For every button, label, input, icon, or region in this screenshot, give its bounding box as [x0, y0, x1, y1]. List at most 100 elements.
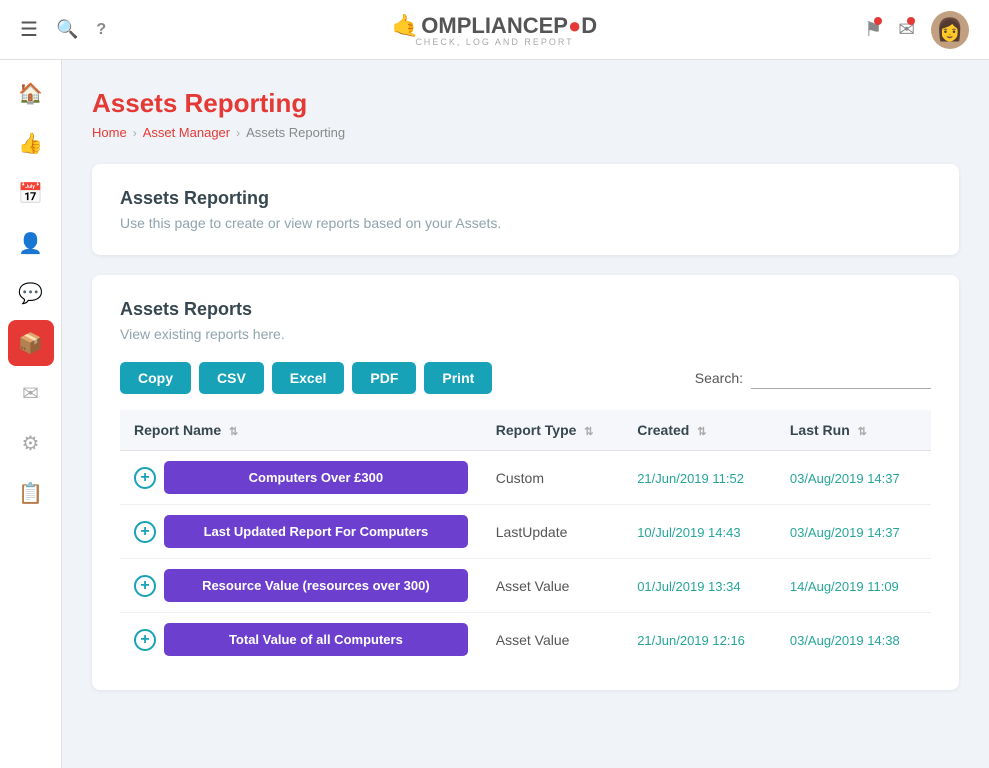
report-name-cell: + Resource Value (resources over 300)	[120, 559, 482, 613]
excel-button[interactable]: Excel	[272, 362, 345, 394]
sort-arrows-lastrun: ⇅	[858, 426, 867, 438]
expand-icon[interactable]: +	[134, 575, 156, 597]
help-icon[interactable]: ?	[96, 21, 106, 39]
sidebar-item-calendar[interactable]: 📅	[8, 170, 54, 216]
table-header-row: Report Name ⇅ Report Type ⇅ Created ⇅	[120, 410, 931, 451]
info-card-title: Assets Reporting	[120, 188, 931, 209]
table-row: + Total Value of all Computers Asset Val…	[120, 613, 931, 667]
table-row: + Last Updated Report For Computers Last…	[120, 505, 931, 559]
logo-hand-icon: 🤙	[392, 13, 419, 39]
info-card-subtitle: Use this page to create or view reports …	[120, 215, 931, 231]
logo-tagline: CHECK, LOG AND REPORT	[392, 37, 597, 47]
report-type-value: Asset Value	[496, 632, 570, 648]
report-name-button[interactable]: Resource Value (resources over 300)	[164, 569, 468, 602]
sidebar-item-like[interactable]: 👍	[8, 120, 54, 166]
created-value: 01/Jul/2019 13:34	[637, 579, 740, 594]
breadcrumb-chevron-2: ›	[236, 126, 240, 140]
expand-icon[interactable]: +	[134, 521, 156, 543]
report-name-cell: + Last Updated Report For Computers	[120, 505, 482, 559]
pdf-button[interactable]: PDF	[352, 362, 416, 394]
report-name-cell: + Total Value of all Computers	[120, 613, 482, 667]
sort-arrows-name: ⇅	[229, 426, 238, 438]
sidebar-item-mail[interactable]: ✉	[8, 370, 54, 416]
sidebar-item-settings[interactable]: ⚙	[8, 420, 54, 466]
col-last-run: Last Run ⇅	[776, 410, 931, 451]
expand-icon[interactable]: +	[134, 467, 156, 489]
user-avatar[interactable]: 👩	[931, 11, 969, 49]
lastrun-value: 14/Aug/2019 11:09	[790, 579, 899, 594]
breadcrumb-asset-manager[interactable]: Asset Manager	[143, 125, 230, 140]
sidebar-item-home[interactable]: 🏠	[8, 70, 54, 116]
sort-arrows-created: ⇅	[697, 426, 706, 438]
breadcrumb-home[interactable]: Home	[92, 125, 127, 140]
sidebar-item-users[interactable]: 👤	[8, 220, 54, 266]
created-cell: 10/Jul/2019 14:43	[623, 505, 776, 559]
table-section: Copy CSV Excel PDF Print Search: Report …	[120, 362, 931, 666]
expand-icon[interactable]: +	[134, 629, 156, 651]
logo-p: P	[553, 13, 568, 39]
created-value: 21/Jun/2019 11:52	[637, 471, 744, 486]
app-logo: 🤙 OMPLIANCE P ● D CHECK, LOG AND REPORT	[392, 13, 597, 47]
reports-table: Report Name ⇅ Report Type ⇅ Created ⇅	[120, 410, 931, 666]
sidebar-item-assets[interactable]: 📦	[8, 320, 54, 366]
report-type-cell: Custom	[482, 451, 623, 505]
sort-arrows-type: ⇅	[584, 426, 593, 438]
lastrun-value: 03/Aug/2019 14:37	[790, 471, 900, 486]
report-name-button[interactable]: Last Updated Report For Computers	[164, 515, 468, 548]
report-name-button[interactable]: Computers Over £300	[164, 461, 468, 494]
lastrun-cell: 14/Aug/2019 11:09	[776, 559, 931, 613]
lastrun-cell: 03/Aug/2019 14:38	[776, 613, 931, 667]
reports-card-subtitle: View existing reports here.	[120, 326, 931, 342]
col-created: Created ⇅	[623, 410, 776, 451]
lastrun-value: 03/Aug/2019 14:37	[790, 525, 900, 540]
sidebar: 🏠 👍 📅 👤 💬 📦 ✉ ⚙ 📋	[0, 60, 62, 768]
sidebar-item-reports[interactable]: 📋	[8, 470, 54, 516]
copy-button[interactable]: Copy	[120, 362, 191, 394]
breadcrumb-chevron-1: ›	[133, 126, 137, 140]
table-row: + Resource Value (resources over 300) As…	[120, 559, 931, 613]
created-cell: 21/Jun/2019 12:16	[623, 613, 776, 667]
top-nav: ☰ 🔍 ? 🤙 OMPLIANCE P ● D CHECK, LOG AND R…	[0, 0, 989, 60]
nav-left: ☰ 🔍 ?	[20, 17, 106, 42]
created-cell: 01/Jul/2019 13:34	[623, 559, 776, 613]
csv-button[interactable]: CSV	[199, 362, 264, 394]
search-input[interactable]	[751, 368, 931, 389]
report-type-value: Asset Value	[496, 578, 570, 594]
breadcrumb: Home › Asset Manager › Assets Reporting	[92, 125, 959, 140]
report-type-value: Custom	[496, 470, 544, 486]
report-type-cell: Asset Value	[482, 559, 623, 613]
col-report-type: Report Type ⇅	[482, 410, 623, 451]
table-controls: Copy CSV Excel PDF Print Search:	[120, 362, 931, 394]
created-value: 10/Jul/2019 14:43	[637, 525, 740, 540]
report-type-value: LastUpdate	[496, 524, 568, 540]
flag-icon[interactable]: ⚑	[864, 17, 882, 42]
logo-compliance: OMPLIANCE	[421, 13, 553, 39]
report-type-cell: LastUpdate	[482, 505, 623, 559]
hamburger-icon[interactable]: ☰	[20, 17, 38, 42]
reports-card-title: Assets Reports	[120, 299, 931, 320]
lastrun-cell: 03/Aug/2019 14:37	[776, 505, 931, 559]
sidebar-item-messages[interactable]: 💬	[8, 270, 54, 316]
col-report-name: Report Name ⇅	[120, 410, 482, 451]
logo-o: ●	[568, 13, 581, 39]
print-button[interactable]: Print	[424, 362, 492, 394]
table-row: + Computers Over £300 Custom 21/Jun/2019 …	[120, 451, 931, 505]
search-label: Search:	[695, 370, 743, 386]
reports-card: Assets Reports View existing reports her…	[92, 275, 959, 690]
created-value: 21/Jun/2019 12:16	[637, 633, 745, 648]
nav-right: ⚑ ✉ 👩	[864, 11, 969, 49]
main-content: Assets Reporting Home › Asset Manager › …	[62, 60, 989, 768]
breadcrumb-current: Assets Reporting	[246, 125, 345, 140]
table-body: + Computers Over £300 Custom 21/Jun/2019 …	[120, 451, 931, 667]
report-name-button[interactable]: Total Value of all Computers	[164, 623, 468, 656]
search-icon[interactable]: 🔍	[56, 19, 78, 40]
info-card: Assets Reporting Use this page to create…	[92, 164, 959, 255]
lastrun-value: 03/Aug/2019 14:38	[790, 633, 900, 648]
mail-icon[interactable]: ✉	[898, 17, 915, 42]
logo-d: D	[581, 13, 597, 39]
created-cell: 21/Jun/2019 11:52	[623, 451, 776, 505]
page-title: Assets Reporting	[92, 88, 959, 119]
report-type-cell: Asset Value	[482, 613, 623, 667]
table-header: Report Name ⇅ Report Type ⇅ Created ⇅	[120, 410, 931, 451]
lastrun-cell: 03/Aug/2019 14:37	[776, 451, 931, 505]
